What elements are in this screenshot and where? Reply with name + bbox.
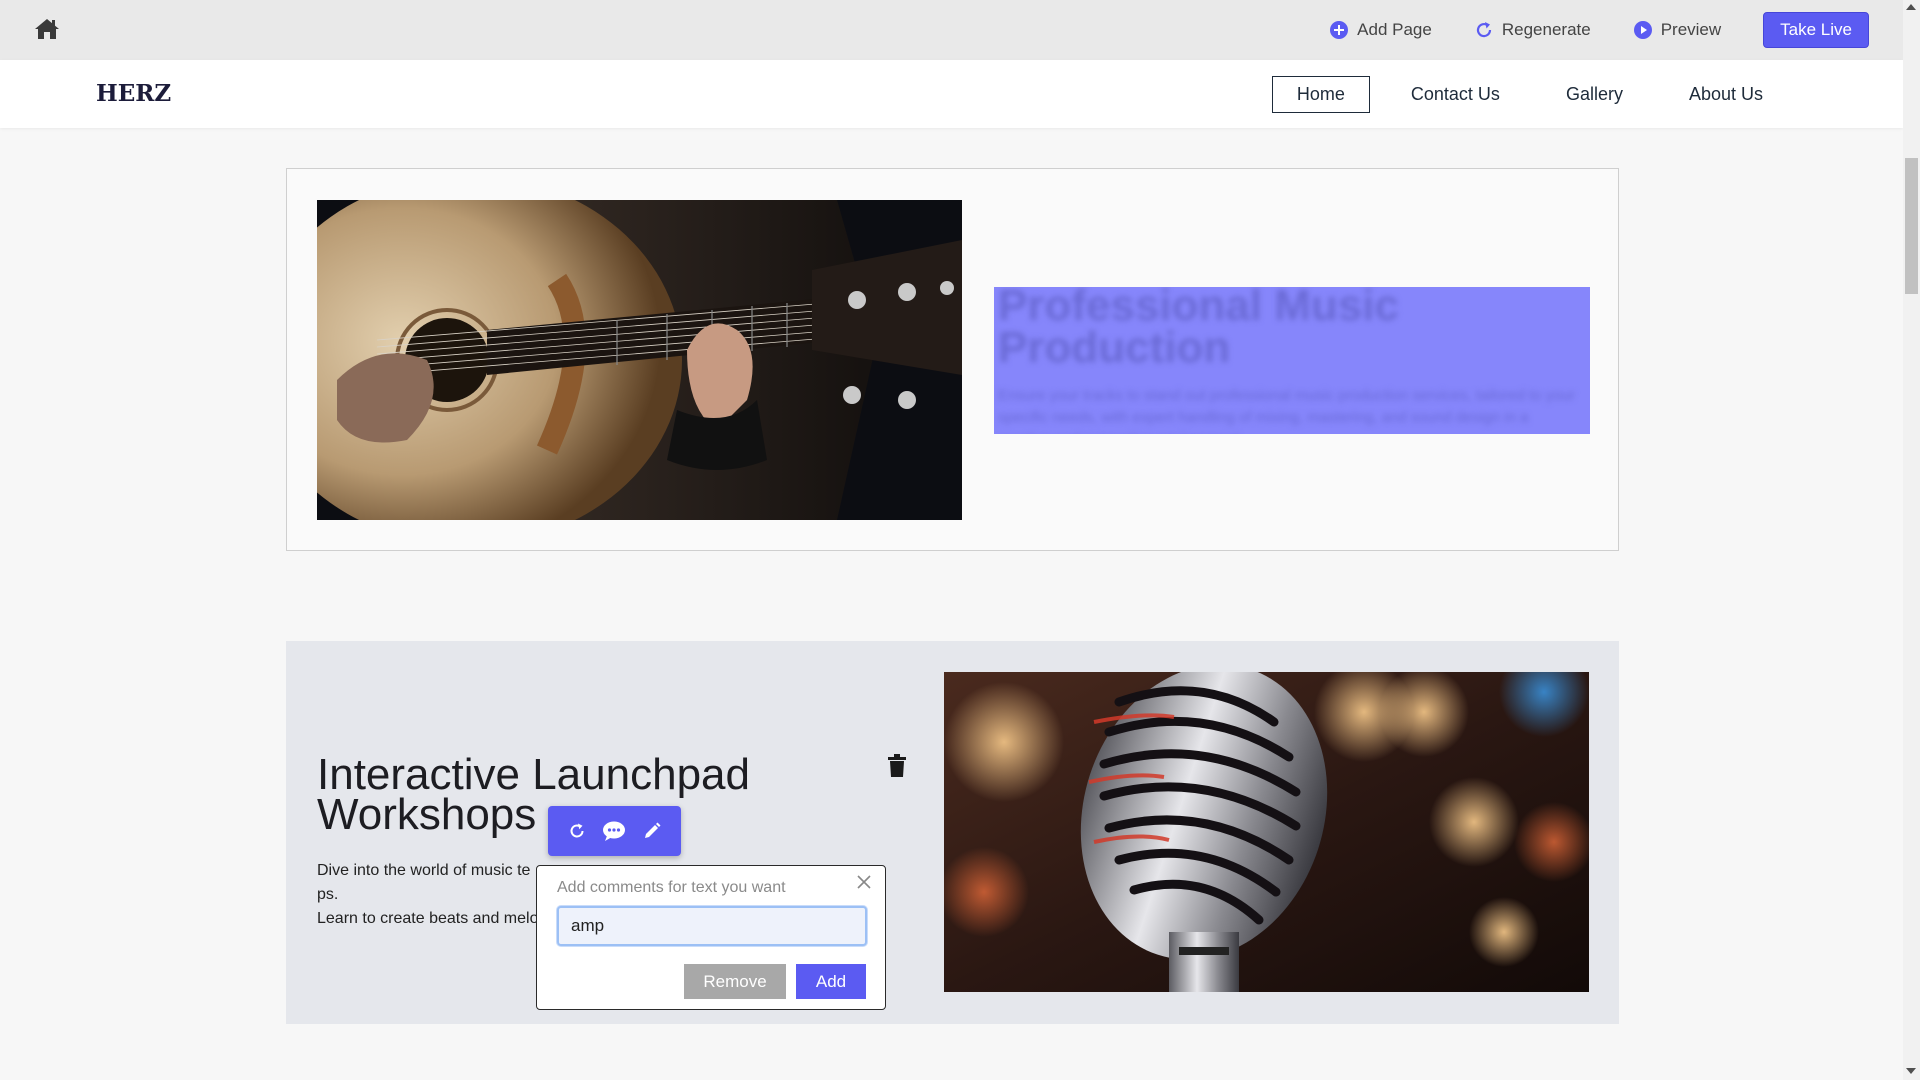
trash-icon[interactable] [887,754,907,778]
refresh-icon [570,823,584,838]
edit-button[interactable] [639,818,665,844]
nav-contact-us[interactable]: Contact Us [1386,76,1525,113]
comment-popup: Add comments for text you want Remove Ad… [536,865,886,1010]
hero-section[interactable]: Professional Music Production Ensure you… [286,168,1619,551]
site-logo[interactable]: HERZ [96,80,171,107]
paragraph-line1-end: ps. [317,886,339,903]
microphone-image[interactable] [944,672,1589,992]
add-button[interactable]: Add [796,964,866,999]
scrollbar-thumb[interactable] [1905,158,1918,294]
site-header: HERZ Home Contact Us Gallery About Us [0,60,1903,128]
regenerate-text-button[interactable] [564,818,590,844]
blurred-heading: Professional Music Production [998,287,1400,372]
regenerate-button[interactable]: Regenerate [1474,20,1591,40]
preview-button[interactable]: Preview [1633,20,1721,40]
comment-icon [603,821,626,841]
editor-toolbar: Add Page Regenerate Preview Take Live [0,0,1903,60]
nav-home[interactable]: Home [1271,76,1370,113]
comment-prompt: Add comments for text you want [557,879,786,896]
nav-about-us[interactable]: About Us [1664,76,1788,113]
regenerate-label: Regenerate [1501,20,1591,39]
pencil-icon [645,822,661,838]
guitar-image[interactable] [317,200,962,520]
close-icon[interactable] [857,875,871,889]
paragraph-line2: Learn to create beats and melo [317,910,539,927]
home-icon[interactable] [34,17,60,43]
plus-circle-icon [1330,21,1349,39]
add-page-button[interactable]: Add Page [1329,20,1432,40]
scroll-up-arrow-icon[interactable] [1906,4,1916,10]
text-edit-toolbar [548,806,681,856]
scroll-down-arrow-icon[interactable] [1906,1068,1916,1074]
blurred-text-block[interactable]: Professional Music Production Ensure you… [994,287,1590,434]
preview-label: Preview [1660,20,1722,39]
refresh-icon [1476,22,1491,38]
workshop-section[interactable]: Interactive Launchpad Workshops Dive int… [286,641,1619,1024]
remove-button[interactable]: Remove [684,964,786,999]
take-live-button[interactable]: Take Live [1763,12,1869,48]
play-circle-icon [1633,21,1652,39]
site-nav: Home Contact Us Gallery About Us [1256,76,1788,113]
add-page-label: Add Page [1357,20,1432,39]
comment-button[interactable] [601,818,627,844]
nav-gallery[interactable]: Gallery [1541,76,1648,113]
comment-input[interactable] [557,906,867,946]
blurred-paragraph: Ensure your tracks to stand out professi… [998,387,1575,434]
paragraph-line1: Dive into the world of music te [317,862,531,879]
